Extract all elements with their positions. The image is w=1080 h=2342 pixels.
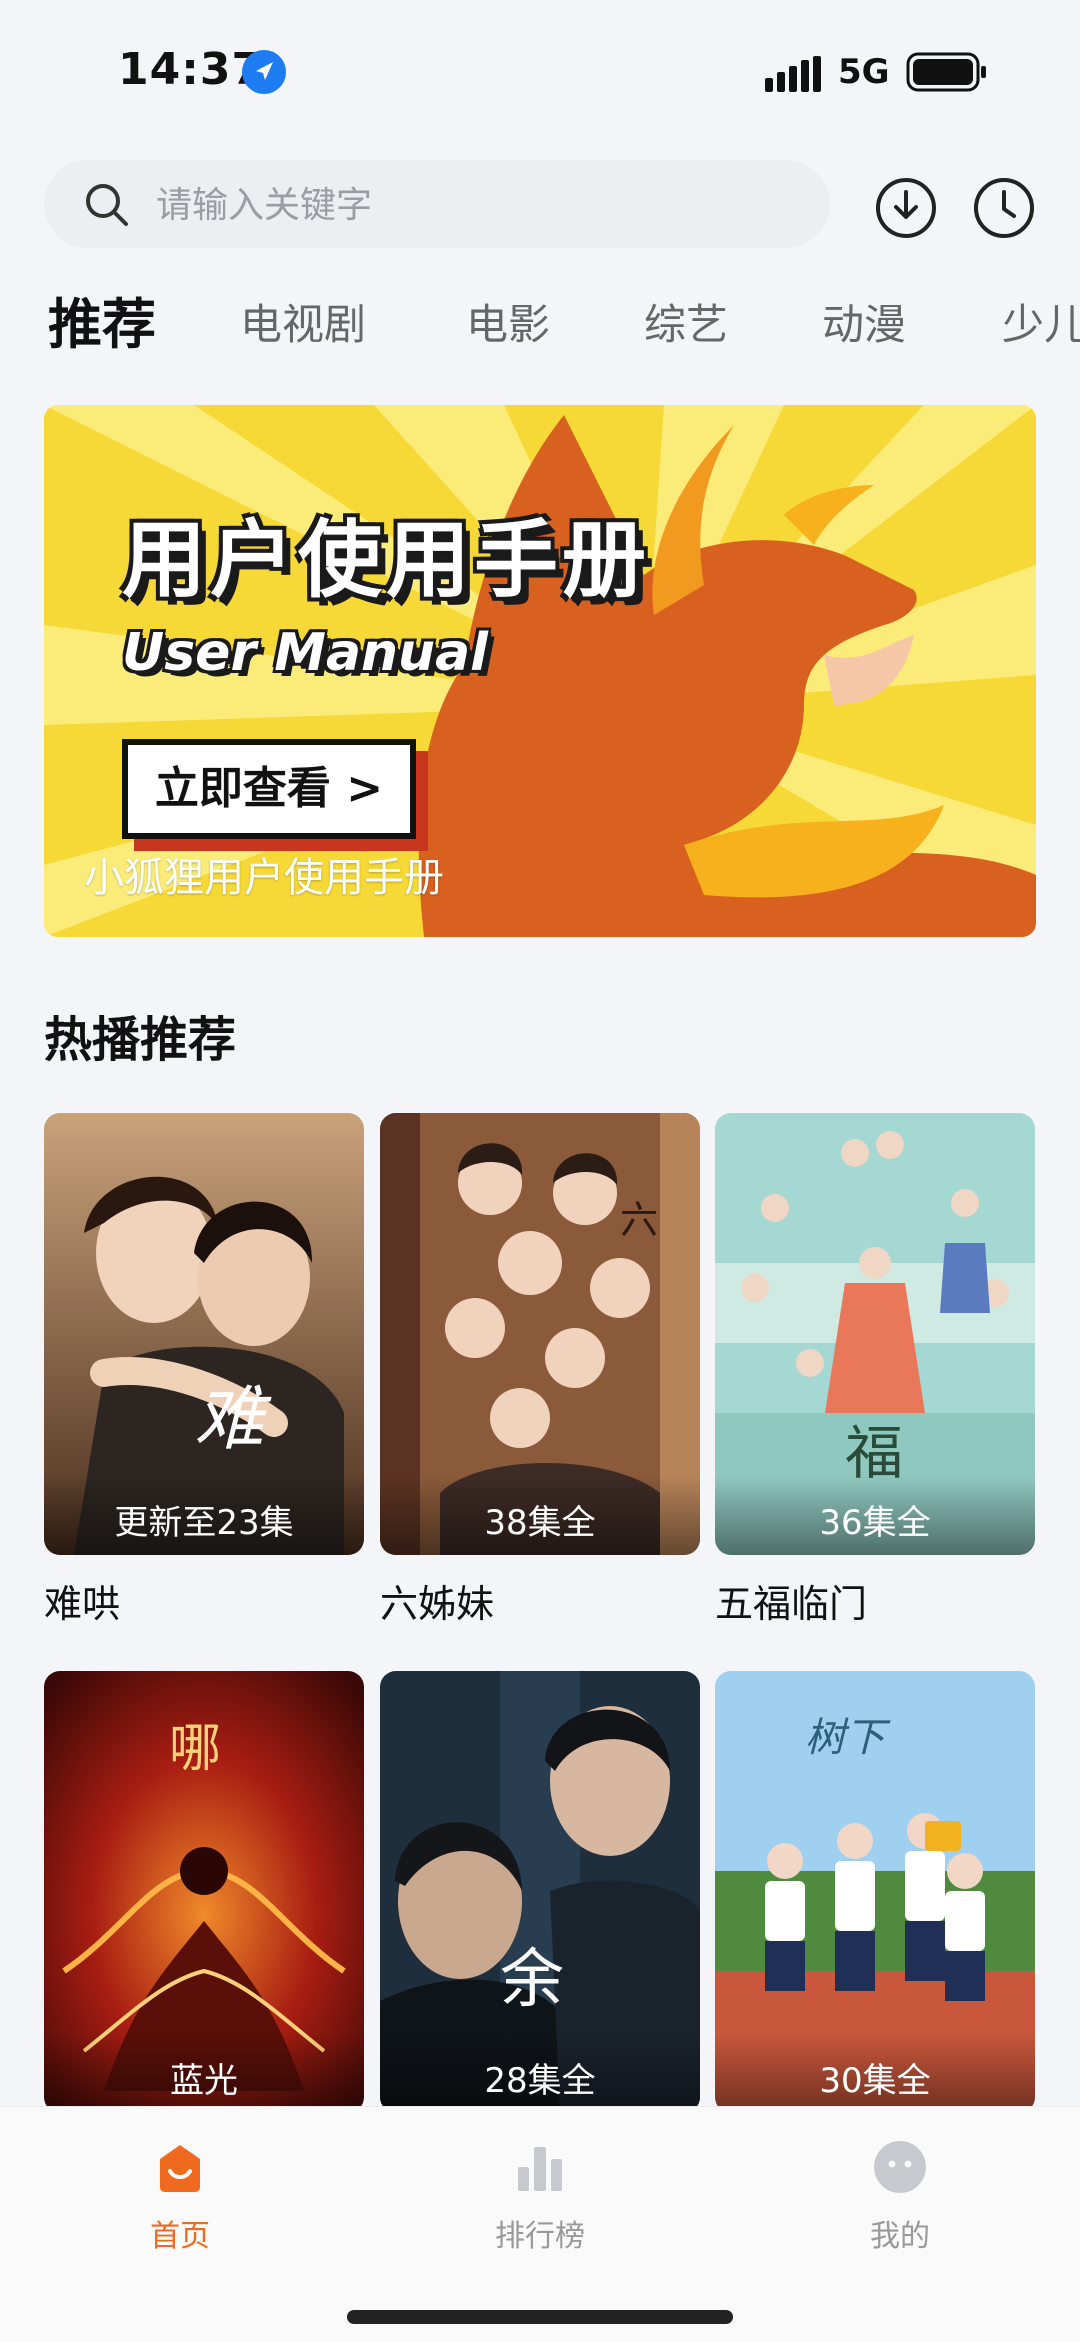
ranking-icon [518, 2147, 562, 2191]
episode-badge: 30集全 [715, 2033, 1035, 2113]
episode-badge: 36集全 [715, 1475, 1035, 1555]
tab-recommend[interactable]: 推荐 [48, 280, 156, 370]
signal-icon [765, 56, 821, 92]
card-title: 五福临门 [715, 1582, 868, 1626]
bottom-navigation: 首页 排行榜 我的 [0, 2106, 1080, 2342]
network-type: 5G [838, 52, 890, 92]
nav-home[interactable]: 首页 [80, 2137, 280, 2255]
svg-text:哪: 哪 [169, 1719, 221, 1779]
show-card[interactable]: 福 36集全 五福临门 [715, 1113, 1035, 1628]
poster-image: 余 28集全 [380, 1671, 700, 2113]
search-bar[interactable] [44, 160, 830, 248]
category-tabs: 推荐 电视剧 电影 综艺 动漫 少儿 [0, 280, 1080, 370]
svg-text:树下: 树下 [805, 1715, 891, 1761]
nav-profile-label: 我的 [870, 2219, 930, 2254]
section-title: 热播推荐 [44, 1012, 237, 1068]
poster-image: 福 36集全 [715, 1113, 1035, 1555]
location-arrow-icon [242, 50, 286, 94]
banner-caption: 小狐狸用户使用手册 [84, 855, 444, 901]
poster-image: 哪 蓝光 [44, 1671, 364, 2113]
svg-text:难: 难 [194, 1378, 272, 1460]
poster-image: 树下 30集全 [715, 1671, 1035, 2113]
tab-tv-series[interactable]: 电视剧 [240, 280, 366, 370]
search-icon [86, 184, 128, 226]
card-title: 六姊妹 [380, 1582, 495, 1626]
nav-ranking[interactable]: 排行榜 [440, 2137, 640, 2255]
tab-movies[interactable]: 电影 [466, 280, 550, 370]
episode-badge: 28集全 [380, 2033, 700, 2113]
battery-icon [906, 52, 986, 92]
nav-ranking-label: 排行榜 [495, 2219, 585, 2254]
show-card[interactable]: 难 更新至23集 难哄 [44, 1113, 364, 1628]
episode-badge: 蓝光 [44, 2033, 364, 2113]
poster-image: 难 更新至23集 [44, 1113, 364, 1555]
status-bar: 14:37 5G [0, 0, 1080, 130]
svg-text:余: 余 [500, 1943, 564, 2017]
download-icon[interactable] [874, 176, 938, 240]
episode-badge: 更新至23集 [44, 1475, 364, 1555]
poster-image: 六 38集全 [380, 1113, 700, 1555]
nav-profile[interactable]: 我的 [800, 2137, 1000, 2255]
tab-kids[interactable]: 少儿 [1002, 280, 1080, 370]
home-indicator[interactable] [347, 2310, 733, 2324]
show-card[interactable]: 树下 30集全 [715, 1671, 1035, 2113]
show-card[interactable]: 六 38集全 六姊妹 [380, 1113, 700, 1628]
svg-text:六: 六 [620, 1198, 658, 1242]
episode-badge: 38集全 [380, 1475, 700, 1555]
tab-anime[interactable]: 动漫 [822, 280, 906, 370]
show-card[interactable]: 哪 蓝光 [44, 1671, 364, 2113]
view-now-button[interactable]: 立即查看 > [122, 739, 416, 839]
tab-variety[interactable]: 综艺 [644, 280, 728, 370]
home-icon [160, 2145, 200, 2192]
banner-title: 用户使用手册 [122, 511, 651, 609]
search-input[interactable] [154, 174, 798, 236]
promo-banner[interactable]: 用户使用手册 User Manual 立即查看 > 小狐狸用户使用手册 [44, 405, 1036, 937]
nav-home-label: 首页 [150, 2219, 210, 2254]
show-card[interactable]: 余 28集全 [380, 1671, 700, 2113]
card-title: 难哄 [44, 1582, 121, 1626]
banner-subtitle: User Manual [122, 623, 488, 683]
profile-icon [874, 2141, 926, 2193]
history-clock-icon[interactable] [972, 176, 1036, 240]
